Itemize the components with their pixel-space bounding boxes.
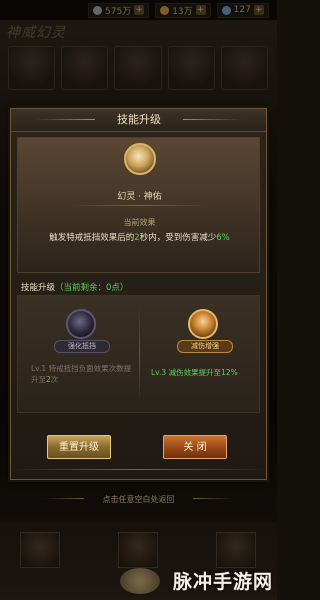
- upgrade-heading: 技能升级（当前剩余：0点）: [21, 281, 128, 293]
- watermark-text: 脉冲手游网: [172, 571, 273, 593]
- skill-upgrade-dialog: 技能升级 幻灵 · 神佑 当前效果 触发特戒抵挡效果后的2秒内，受到伤害减少6%…: [10, 108, 267, 480]
- close-button[interactable]: 关 闭: [163, 435, 227, 459]
- enhance-block-description: Lv.1 特戒抵挡负面效果次数提升至2次: [31, 363, 133, 385]
- enhance-block-desc-suffix: 次: [50, 375, 59, 384]
- damage-reduction-icon[interactable]: [188, 309, 218, 339]
- reset-upgrade-button[interactable]: 重置升级: [47, 435, 111, 459]
- current-effect-label: 当前效果: [123, 218, 156, 227]
- effect-prefix: 触发特戒抵挡效果后的: [49, 233, 135, 243]
- effect-percent: 6%: [216, 233, 230, 243]
- header-ornament: [35, 119, 95, 120]
- dialog-title: 技能升级: [117, 113, 161, 126]
- enhance-block-icon[interactable]: [66, 309, 96, 339]
- damage-reduction-label: 减伤增强: [177, 340, 233, 353]
- skill-name: 幻灵 · 神佑: [117, 192, 162, 202]
- damage-reduction-description: Lv.3 减伤效果提升至12%: [151, 368, 238, 377]
- remaining-points: （当前剩余：0点）: [55, 283, 129, 293]
- upgrade-label: 技能升级: [21, 283, 56, 293]
- skill-icon: [124, 143, 156, 175]
- divider: [71, 205, 208, 206]
- enhance-block-label: 强化抵挡: [54, 340, 110, 353]
- watermark-logo: [120, 568, 160, 594]
- tap-to-return-hint: 点击任意空白处返回: [102, 495, 175, 504]
- options-divider: [139, 305, 140, 401]
- header-ornament: [183, 119, 243, 120]
- effect-description: 触发特戒抵挡效果后的2秒内，受到伤害减少6%: [11, 231, 268, 243]
- hint-ornament: [193, 498, 233, 499]
- dialog-footer-line: [11, 469, 266, 470]
- effect-mid: 秒内，受到伤害减少: [139, 233, 217, 243]
- dialog-header: 技能升级: [11, 109, 266, 132]
